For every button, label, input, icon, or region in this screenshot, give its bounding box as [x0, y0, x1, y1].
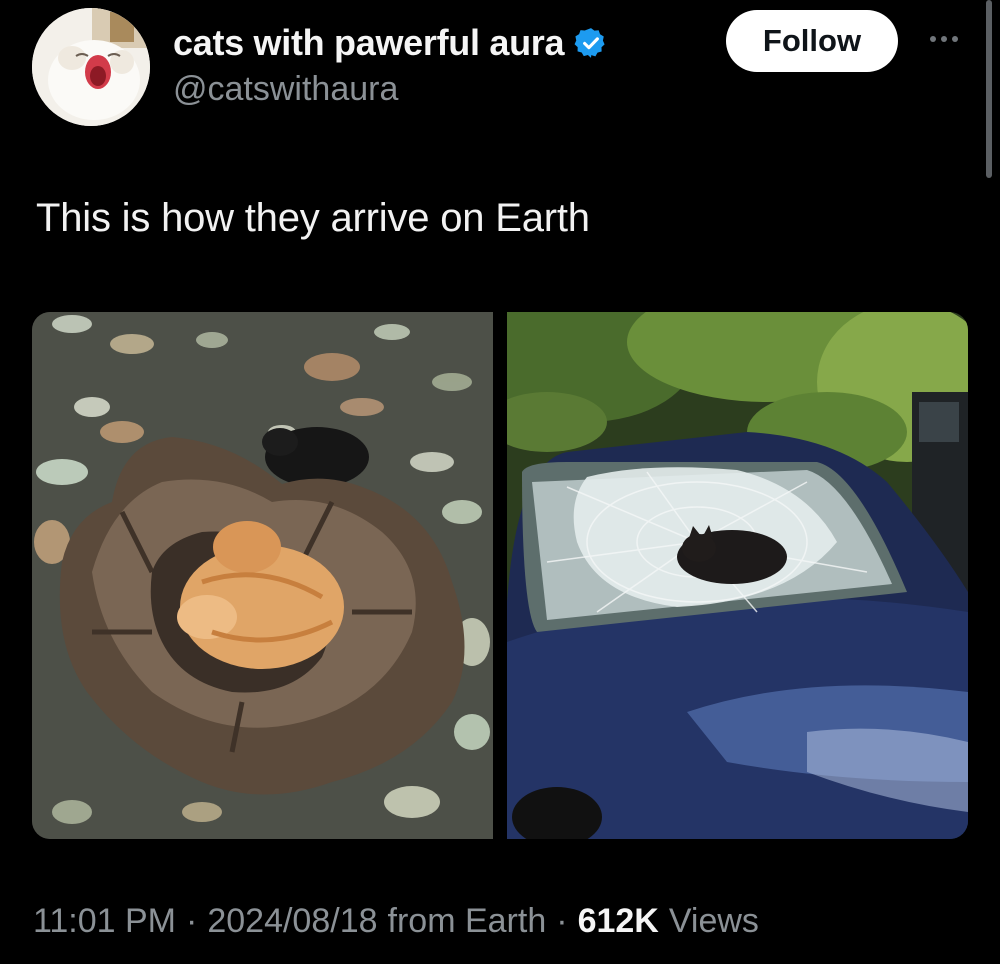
- orange-cat-in-tree-stump-photo[interactable]: [32, 312, 493, 839]
- more-options-icon[interactable]: [920, 24, 968, 54]
- tweet-date[interactable]: 2024/08/18: [207, 902, 377, 941]
- author-name-row[interactable]: cats with pawerful aura: [173, 20, 608, 66]
- follow-button[interactable]: Follow: [726, 10, 898, 72]
- tweet-source: from Earth: [387, 902, 547, 940]
- views-count[interactable]: 612K: [578, 902, 659, 941]
- more-dot: [930, 36, 936, 42]
- more-dot: [952, 36, 958, 42]
- views-label[interactable]: Views: [669, 902, 759, 941]
- tweet-text: This is how they arrive on Earth: [36, 196, 590, 240]
- meta-separator: ·: [556, 902, 568, 940]
- more-dot: [941, 36, 947, 42]
- avatar[interactable]: [32, 8, 150, 126]
- tweet-meta: 11:01 PM · 2024/08/18 from Earth · 612K …: [33, 902, 759, 941]
- verified-badge-icon: [574, 26, 608, 60]
- meta-separator: ·: [186, 902, 198, 940]
- tweet-time[interactable]: 11:01 PM: [33, 902, 176, 941]
- scrollbar[interactable]: [986, 0, 992, 178]
- author-display-name[interactable]: cats with pawerful aura: [173, 22, 565, 64]
- black-cat-in-smashed-windshield-photo[interactable]: [507, 312, 968, 839]
- screaming-cat-avatar-icon: [32, 8, 150, 126]
- tweet-media-grid[interactable]: [32, 312, 968, 839]
- author-handle[interactable]: @catswithaura: [173, 70, 398, 109]
